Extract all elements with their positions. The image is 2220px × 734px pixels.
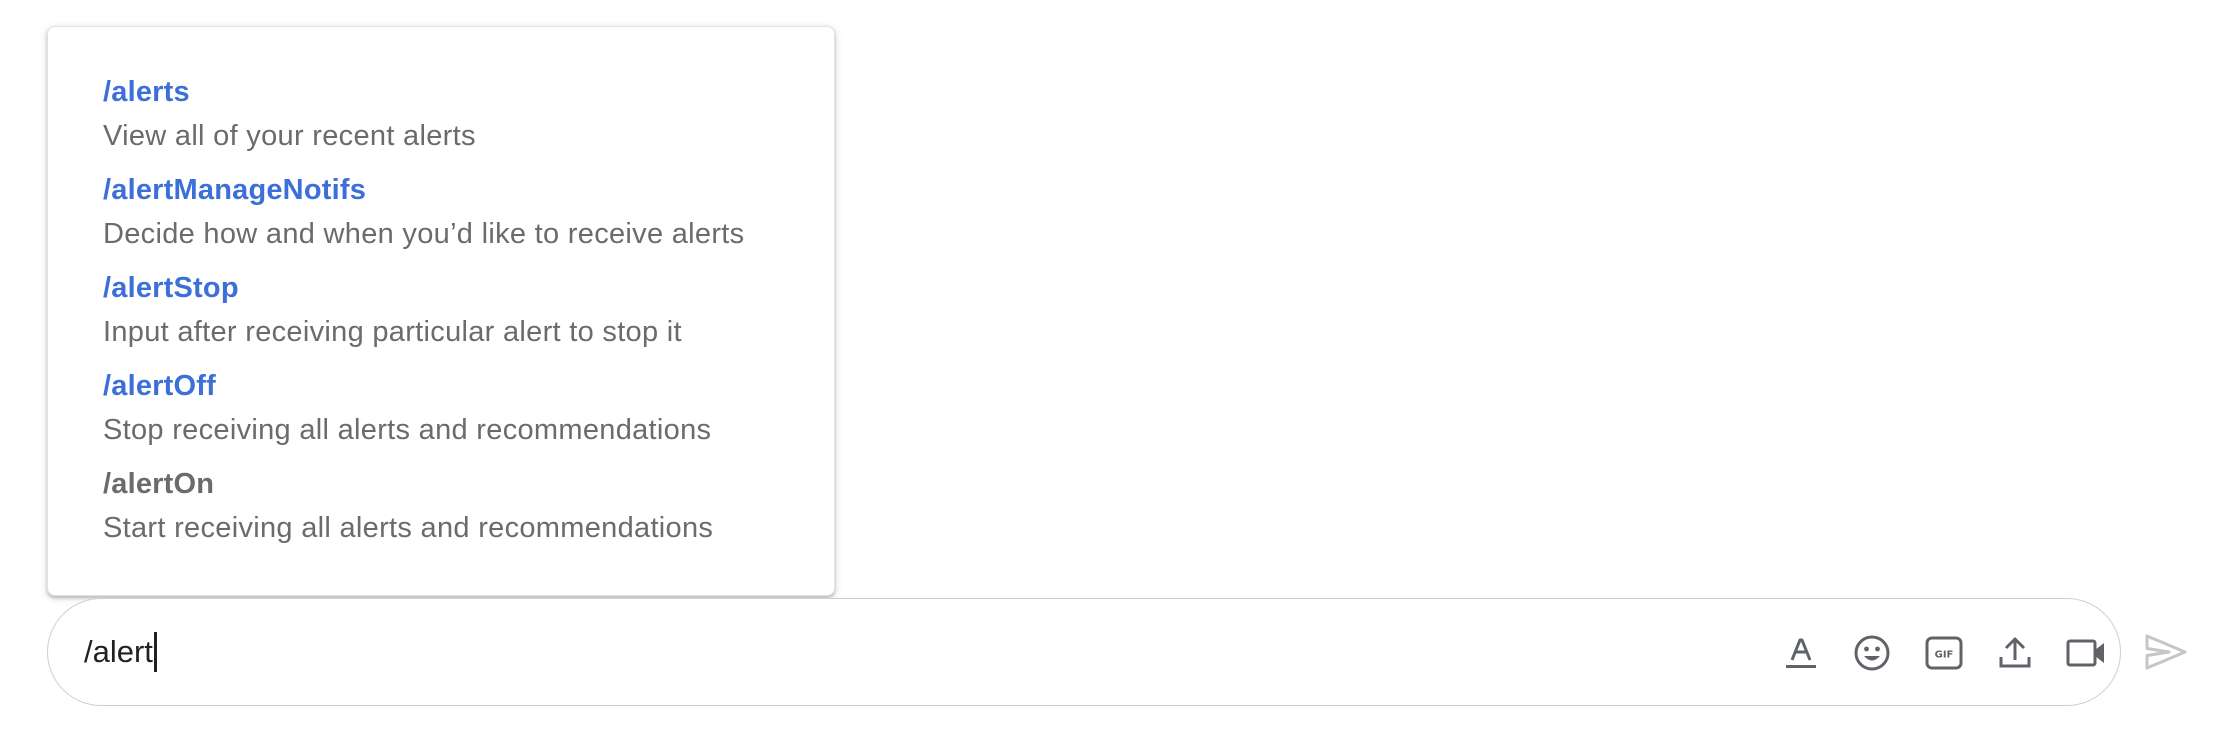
- message-input-value: /alert: [84, 634, 153, 669]
- command-description: Input after receiving particular alert t…: [103, 316, 682, 348]
- upload-icon[interactable]: [1989, 627, 2041, 679]
- command-description: View all of your recent alerts: [103, 120, 476, 152]
- command-description: Start receiving all alerts and recommend…: [103, 512, 714, 544]
- slash-command-suggestions: /alerts View all of your recent alerts /…: [47, 26, 835, 596]
- send-icon[interactable]: [2140, 626, 2192, 678]
- command-name: /alertOn: [103, 468, 215, 500]
- suggestion-alert-on[interactable]: /alertOn Start receiving all alerts and …: [48, 464, 834, 562]
- format-text-icon[interactable]: [1775, 627, 1827, 679]
- message-input-bar[interactable]: /alert GIF: [47, 598, 2121, 706]
- command-description: Stop receiving all alerts and recommenda…: [103, 414, 712, 446]
- emoji-icon[interactable]: [1846, 627, 1898, 679]
- command-name: /alertStop: [103, 272, 239, 304]
- chat-composer-page: /alerts View all of your recent alerts /…: [0, 0, 2220, 734]
- command-name: /alertManageNotifs: [103, 174, 367, 206]
- gif-icon[interactable]: GIF: [1918, 627, 1970, 679]
- message-input[interactable]: /alert: [84, 629, 157, 675]
- video-meeting-icon[interactable]: [2060, 627, 2112, 679]
- command-name: /alertOff: [103, 370, 216, 402]
- suggestion-alert-manage-notifs[interactable]: /alertManageNotifs Decide how and when y…: [48, 170, 834, 268]
- text-caret: [153, 632, 157, 672]
- command-name: /alerts: [103, 76, 190, 108]
- suggestion-alert-stop[interactable]: /alertStop Input after receiving particu…: [48, 268, 834, 366]
- suggestion-alerts[interactable]: /alerts View all of your recent alerts: [48, 72, 834, 170]
- suggestion-alert-off[interactable]: /alertOff Stop receiving all alerts and …: [48, 366, 834, 464]
- gif-label: GIF: [1935, 650, 1954, 661]
- command-description: Decide how and when you’d like to receiv…: [103, 218, 745, 250]
